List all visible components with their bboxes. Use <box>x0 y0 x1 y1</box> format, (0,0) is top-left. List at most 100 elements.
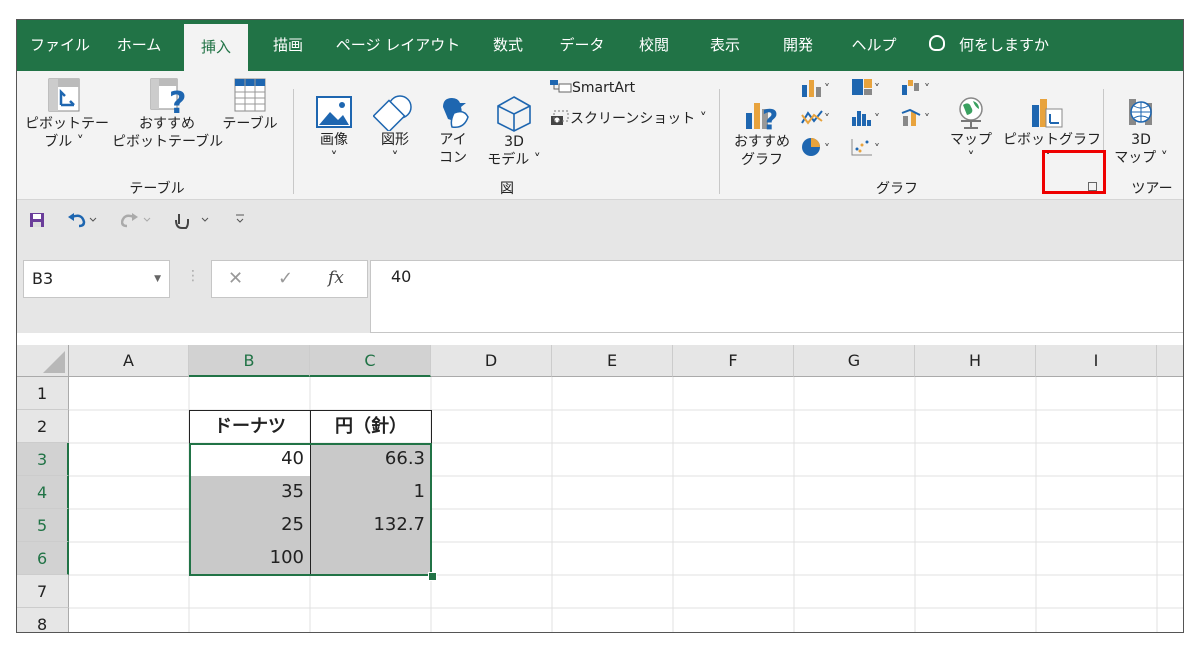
formula-input[interactable]: 40 <box>370 260 1183 333</box>
column-chart-button[interactable]: ˅ <box>800 77 848 101</box>
pivot-table-label-1: ピボットテー <box>25 116 109 132</box>
tab-view[interactable]: 表示 <box>700 20 750 71</box>
maps-button[interactable]: マップ ˅ <box>941 95 1001 167</box>
column-header-e[interactable]: E <box>552 345 673 377</box>
row-header-2[interactable]: 2 <box>17 410 69 443</box>
lightbulb-icon <box>929 35 945 51</box>
formula-value: 40 <box>391 267 412 286</box>
screenshot-button[interactable]: スクリーンショット ˅ <box>550 108 707 128</box>
pivot-chart-icon <box>1032 99 1063 128</box>
scatter-chart-button[interactable]: ˅ <box>850 137 898 161</box>
svg-text:?: ? <box>762 103 778 133</box>
pivot-table-button[interactable]: ピボットテー ブル ˅ <box>25 77 109 151</box>
fill-handle[interactable] <box>428 572 437 581</box>
table-button[interactable]: テーブル <box>220 77 280 133</box>
tab-data[interactable]: データ <box>551 20 613 71</box>
cube-icon <box>497 96 531 132</box>
column-header-g[interactable]: G <box>794 345 915 377</box>
tab-insert[interactable]: 挿入 <box>184 24 248 71</box>
maps-label: マップ <box>950 132 992 148</box>
3d-models-label-1: 3D <box>504 134 524 150</box>
select-all-corner[interactable] <box>17 345 69 377</box>
cell-c5[interactable]: 132.7 <box>310 509 432 543</box>
row-header-7[interactable]: 7 <box>17 575 69 608</box>
ribbon-insert: ピボットテー ブル ˅ ? おすすめ ピボットテーブル テーブル テーブル 画像… <box>17 71 1183 200</box>
3d-map-icon <box>1129 99 1152 125</box>
recommended-charts-button[interactable]: ? おすすめ グラフ <box>731 95 793 169</box>
tab-formulas[interactable]: 数式 <box>483 20 533 71</box>
row-header-8[interactable]: 8 <box>17 608 69 632</box>
recommended-charts-label-1: おすすめ <box>734 134 790 150</box>
touch-mode-icon[interactable] <box>173 210 209 230</box>
insert-function-icon[interactable]: fx <box>328 268 344 288</box>
save-icon[interactable] <box>29 212 45 228</box>
column-header-b[interactable]: B <box>189 345 310 377</box>
name-box-dropdown-icon[interactable]: ▼ <box>154 261 161 297</box>
cell-b5[interactable]: 25 <box>189 509 311 543</box>
waterfall-chart-icon <box>902 80 919 95</box>
tab-help[interactable]: ヘルプ <box>843 20 905 71</box>
enter-icon[interactable]: ✓ <box>278 268 293 289</box>
name-box[interactable]: B3 ▼ <box>23 260 170 298</box>
tell-me-label: 何をしますか <box>959 36 1050 54</box>
row-header-3[interactable]: 3 <box>17 443 69 476</box>
row-header-6[interactable]: 6 <box>17 542 69 575</box>
tab-file[interactable]: ファイル <box>25 20 95 71</box>
header-donut[interactable]: ドーナツ <box>189 410 311 444</box>
column-header-j[interactable] <box>1157 345 1183 377</box>
column-header-i[interactable]: I <box>1036 345 1157 377</box>
3d-map-button[interactable]: 3D マップ ˅ <box>1111 95 1171 167</box>
column-header-f[interactable]: F <box>673 345 794 377</box>
pie-chart-button[interactable]: ˅ <box>800 137 848 161</box>
cell-c6[interactable] <box>310 542 432 576</box>
row-header-4[interactable]: 4 <box>17 476 69 509</box>
shapes-icon <box>373 95 412 131</box>
svg-text:?: ? <box>169 86 186 115</box>
column-header-c[interactable]: C <box>310 345 431 377</box>
smartart-button[interactable]: SmartArt <box>550 79 635 96</box>
shapes-button[interactable]: 図形 ˅ <box>371 95 419 167</box>
cell-b3[interactable]: 40 <box>189 443 311 477</box>
line-chart-button[interactable]: ˅ <box>800 107 848 131</box>
cancel-icon[interactable]: ✕ <box>228 268 243 289</box>
row-header-5[interactable]: 5 <box>17 509 69 542</box>
undo-icon[interactable] <box>67 212 97 228</box>
column-header-d[interactable]: D <box>431 345 552 377</box>
recommended-charts-label-2: グラフ <box>741 152 783 168</box>
tell-me-search[interactable]: 何をしますか <box>929 20 1079 71</box>
maps-dropdown: ˅ <box>967 150 975 166</box>
shapes-label: 図形 <box>381 132 409 148</box>
cell-b6[interactable]: 100 <box>189 542 311 576</box>
pivot-chart-label: ピボットグラフ <box>1003 132 1101 148</box>
redo-icon[interactable] <box>121 212 151 228</box>
hierarchy-chart-button[interactable]: ˅ <box>850 77 898 101</box>
smartart-icon <box>550 80 572 93</box>
worksheet-grid[interactable]: A B C D E F G H I 1 2 3 4 5 6 7 8 ドーナツ 円… <box>17 333 1183 632</box>
pivot-table-icon <box>48 78 80 112</box>
tab-home[interactable]: ホーム <box>111 20 167 71</box>
formula-buttons: ✕ ✓ fx <box>211 260 368 298</box>
tab-developer[interactable]: 開発 <box>773 20 823 71</box>
statistic-chart-button[interactable]: ˅ <box>850 107 898 131</box>
row-header-1[interactable]: 1 <box>17 377 69 410</box>
tab-page-layout[interactable]: ページ レイアウト <box>333 20 463 71</box>
customize-qat-icon[interactable] <box>235 214 245 224</box>
column-header-h[interactable]: H <box>915 345 1036 377</box>
icons-label-2: コン <box>439 150 467 166</box>
cell-c3[interactable]: 66.3 <box>310 443 432 477</box>
group-separator <box>293 89 294 194</box>
group-charts-label: グラフ <box>876 181 918 197</box>
icons-button[interactable]: アイ コン <box>431 95 475 167</box>
column-header-a[interactable]: A <box>69 345 189 377</box>
cell-b4[interactable]: 35 <box>189 476 311 510</box>
cell-c4[interactable]: 1 <box>310 476 432 510</box>
tab-review[interactable]: 校閲 <box>629 20 679 71</box>
group-illustrations-label: 図 <box>500 181 514 197</box>
table-icon <box>234 78 266 112</box>
header-circle-needle[interactable]: 円（針） <box>310 410 432 444</box>
image-button[interactable]: 画像 ˅ <box>311 95 357 167</box>
tab-draw[interactable]: 描画 <box>262 20 314 71</box>
3d-models-button[interactable]: 3D モデル ˅ <box>483 95 545 169</box>
pie-chart-icon <box>802 138 820 156</box>
recommended-pivot-button[interactable]: ? おすすめ ピボットテーブル <box>112 77 223 151</box>
